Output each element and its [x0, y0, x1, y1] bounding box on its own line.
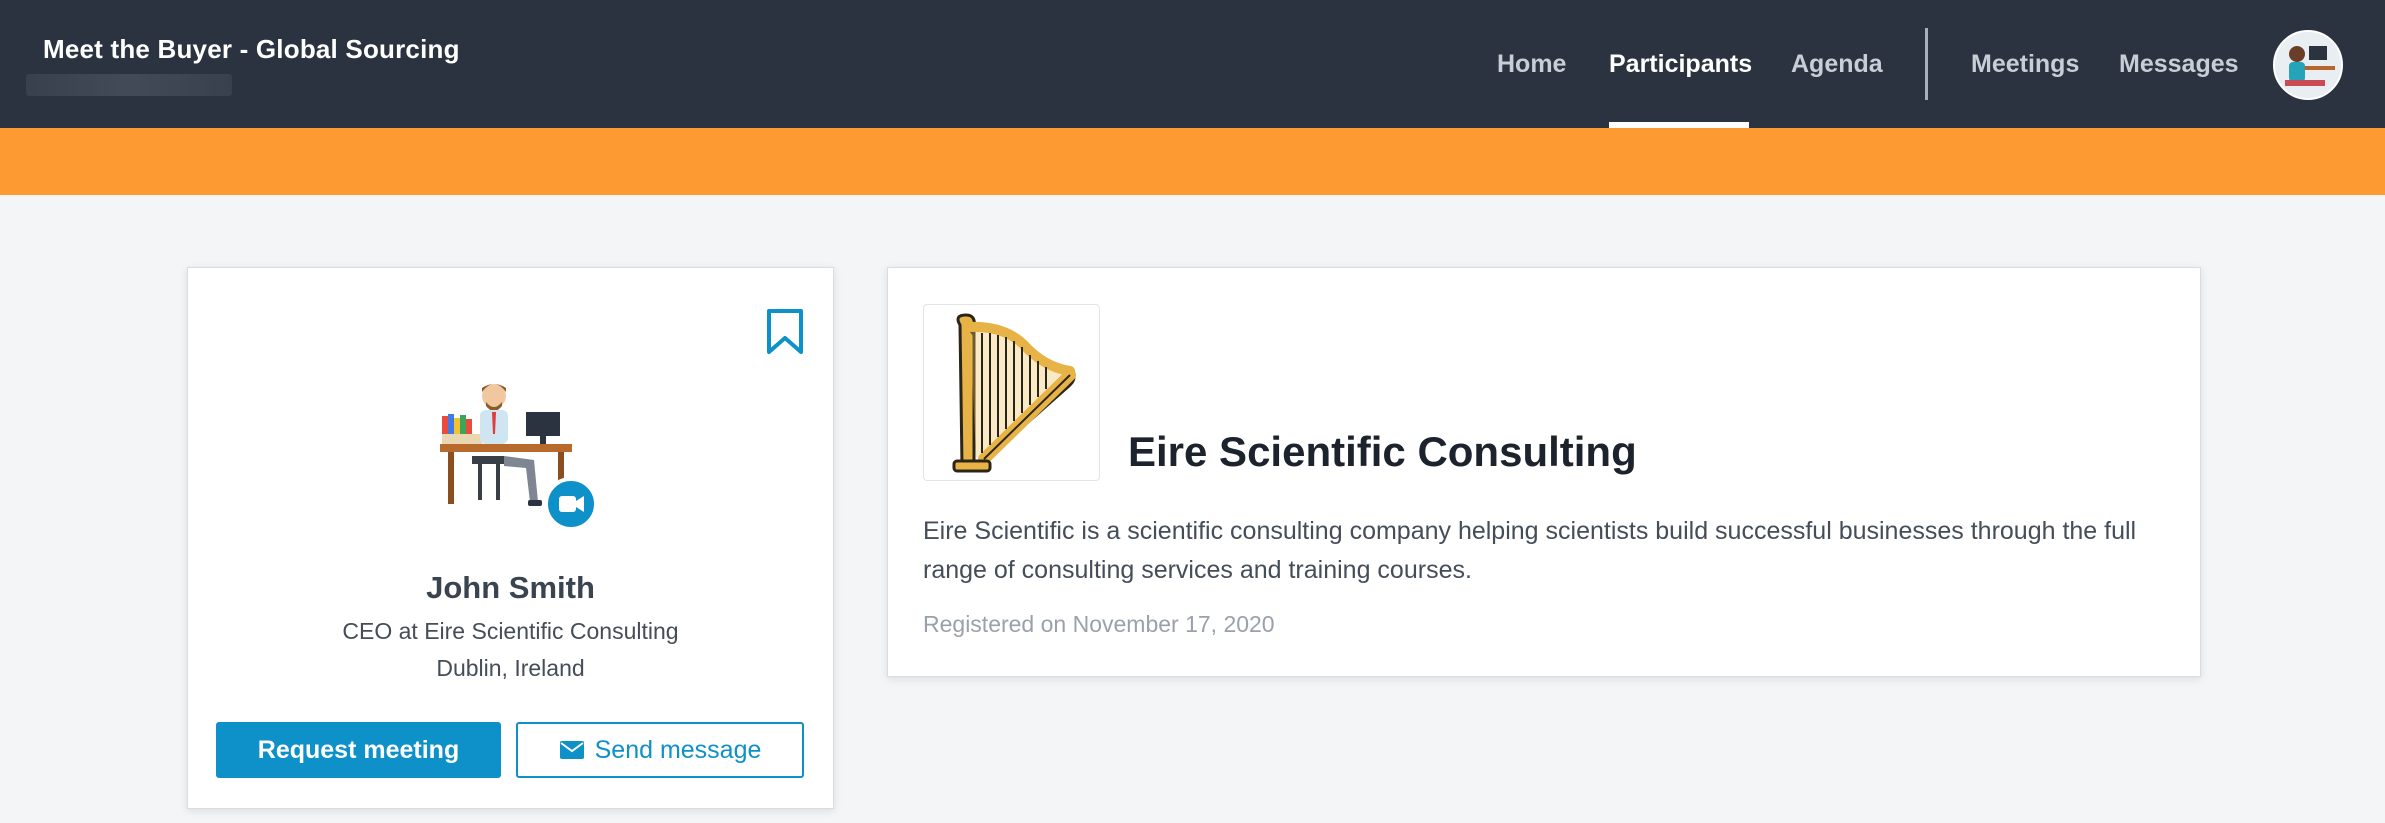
- nav-agenda[interactable]: Agenda: [1791, 50, 1883, 79]
- envelope-icon: [559, 741, 584, 759]
- orange-banner: [0, 128, 2385, 195]
- nav-divider: [1925, 28, 1928, 100]
- video-call-badge: [544, 477, 598, 531]
- event-subtitle-blurred: [26, 74, 232, 96]
- profile-card: John Smith CEO at Eire Scientific Consul…: [187, 267, 834, 809]
- participant-role: CEO at Eire Scientific Consulting: [342, 618, 679, 644]
- company-logo: [923, 304, 1100, 481]
- nav-meetings[interactable]: Meetings: [1971, 50, 2079, 79]
- top-bar: Meet the Buyer - Global Sourcing Home Pa…: [0, 0, 2385, 128]
- send-message-button[interactable]: Send message: [516, 722, 804, 778]
- video-camera-icon: [559, 496, 584, 512]
- nav-messages[interactable]: Messages: [2119, 50, 2239, 79]
- send-message-label: Send message: [594, 735, 762, 764]
- company-card: Eire Scientific Consulting Eire Scientif…: [887, 267, 2201, 677]
- participant-name: John Smith: [426, 570, 595, 605]
- nav-home[interactable]: Home: [1497, 50, 1566, 79]
- company-name: Eire Scientific Consulting: [1128, 428, 1637, 475]
- company-description: Eire Scientific is a scientific consulti…: [923, 517, 2137, 584]
- bookmark-icon[interactable]: [765, 308, 805, 356]
- user-avatar[interactable]: [2273, 30, 2343, 100]
- request-meeting-button[interactable]: Request meeting: [216, 722, 501, 778]
- registered-date: Registered on November 17, 2020: [923, 611, 1275, 637]
- nav-participants[interactable]: Participants: [1609, 50, 1752, 79]
- harp-icon: [952, 313, 1076, 473]
- event-title[interactable]: Meet the Buyer - Global Sourcing: [43, 34, 460, 65]
- participant-location: Dublin, Ireland: [436, 655, 585, 681]
- user-avatar-illustration-icon: [2275, 32, 2341, 98]
